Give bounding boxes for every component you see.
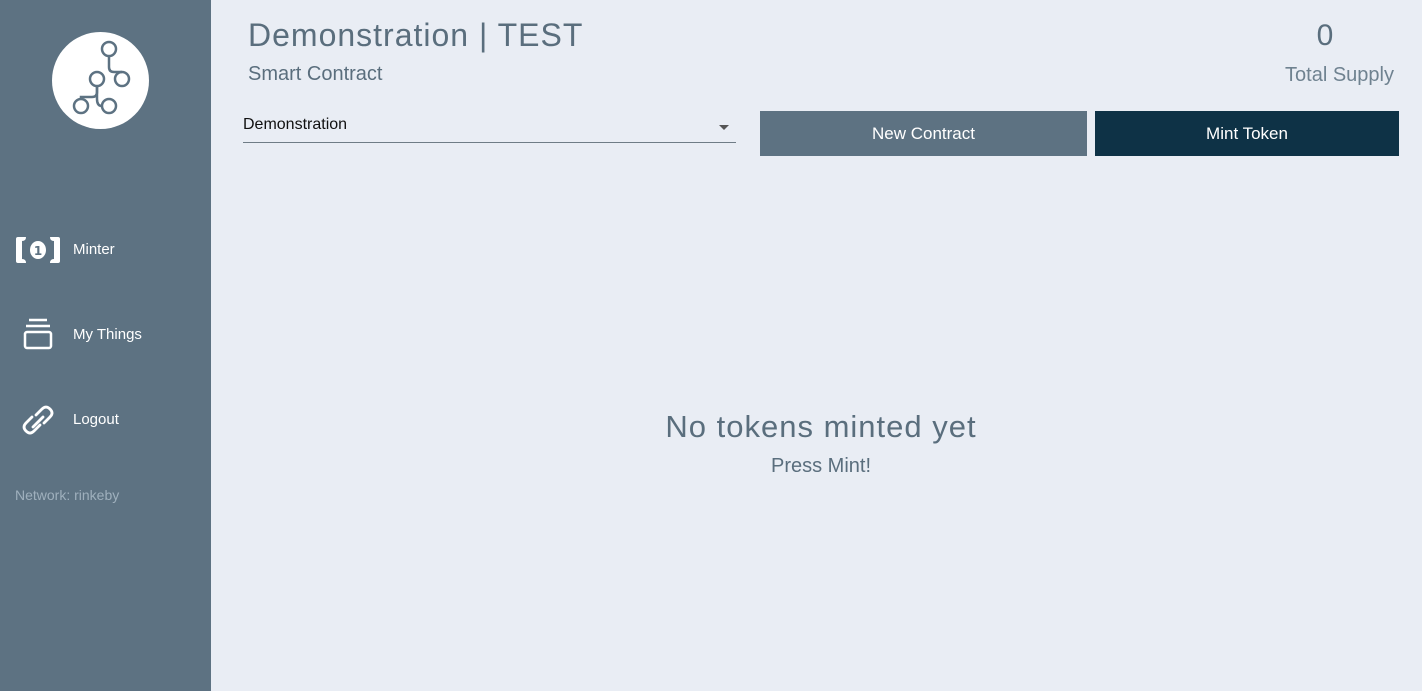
sidebar-item-logout[interactable]: Logout (0, 398, 211, 442)
network-status: Network: rinkeby (15, 487, 120, 503)
sidebar-item-label: Minter (73, 241, 115, 258)
page-subtitle: Smart Contract (248, 63, 383, 85)
contract-graph-icon (72, 40, 131, 115)
app-logo[interactable] (52, 32, 149, 129)
total-supply-value: 0 (1316, 19, 1334, 52)
chevron-down-icon (719, 125, 729, 130)
page-title: Demonstration | TEST (248, 17, 584, 53)
sidebar-item-my-things[interactable]: My Things (0, 313, 211, 357)
empty-state-title: No tokens minted yet (665, 409, 977, 444)
empty-state-subtitle: Press Mint! (770, 455, 872, 477)
link-icon (14, 398, 62, 442)
new-contract-button[interactable]: New Contract (760, 111, 1087, 156)
total-supply-label: Total Supply (1285, 64, 1394, 86)
contract-select[interactable]: Demonstration (243, 113, 736, 143)
stack-icon (14, 313, 62, 357)
app-root: 1 Minter My Things Logout Network: rinke… (0, 0, 1422, 691)
svg-text:1: 1 (34, 244, 42, 258)
sidebar-item-label: Logout (73, 411, 119, 428)
mint-token-button[interactable]: Mint Token (1095, 111, 1399, 156)
sidebar-item-label: My Things (73, 326, 142, 343)
contract-select-value: Demonstration (243, 116, 348, 133)
banknote-icon: 1 (14, 228, 62, 272)
sidebar: 1 Minter My Things Logout Network: rinke… (0, 0, 211, 691)
sidebar-item-minter[interactable]: 1 Minter (0, 228, 211, 272)
